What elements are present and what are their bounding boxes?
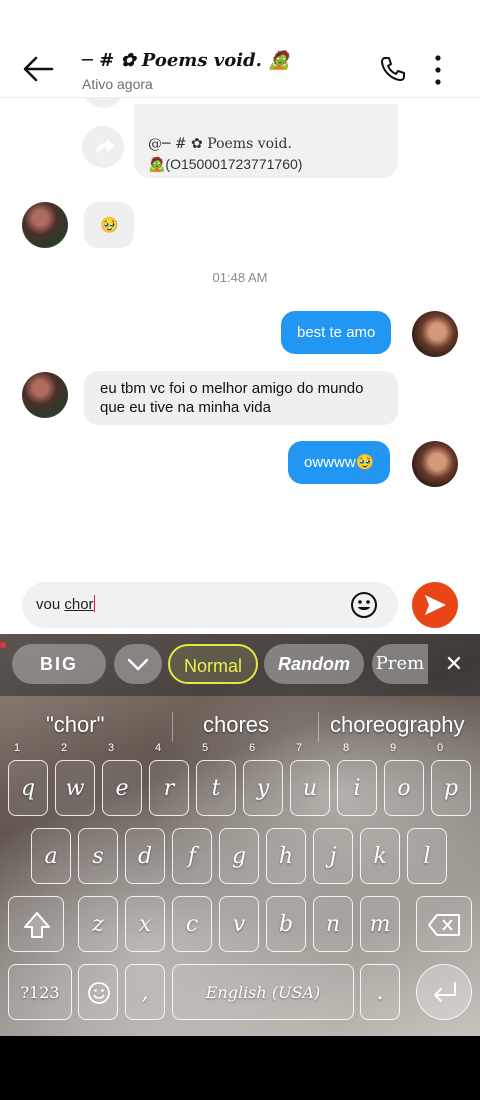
emoji-icon bbox=[88, 982, 110, 1004]
keyboard-toolbar: BIG Normal Random Prem ✕ bbox=[0, 634, 480, 696]
key-y[interactable]: 6y bbox=[243, 743, 283, 816]
shift-arrow-icon bbox=[24, 912, 50, 938]
key-f[interactable]: f bbox=[172, 828, 212, 884]
key-r[interactable]: 4r bbox=[149, 743, 189, 816]
navigation-bar-area bbox=[0, 1036, 480, 1100]
key-j[interactable]: j bbox=[313, 828, 353, 884]
message-input-text[interactable]: vou chor bbox=[36, 595, 95, 613]
key-i[interactable]: 8i bbox=[337, 743, 377, 816]
key-o[interactable]: 9o bbox=[384, 743, 424, 816]
space-bar[interactable]: English (USA) bbox=[172, 964, 354, 1020]
avatar[interactable] bbox=[412, 311, 458, 357]
shared-profile-handle: @─ # ✿ Poems void. bbox=[148, 136, 292, 152]
message-list[interactable]: @─ # ✿ Poems void. 🧟(O150001723771760) 🥹… bbox=[0, 98, 480, 576]
key-d[interactable]: d bbox=[125, 828, 165, 884]
shift-key[interactable] bbox=[8, 896, 64, 952]
keyboard: BIG Normal Random Prem ✕ "chor" chores c… bbox=[0, 634, 480, 1036]
notification-dot bbox=[0, 642, 6, 648]
key-l[interactable]: l bbox=[407, 828, 447, 884]
avatar[interactable] bbox=[412, 441, 458, 487]
suggestion-1[interactable]: "chor" bbox=[46, 712, 104, 738]
message-input[interactable]: vou chor bbox=[22, 582, 398, 628]
font-style-premium[interactable]: Prem bbox=[372, 644, 428, 684]
key-m[interactable]: m bbox=[360, 896, 400, 952]
message-bubble-incoming[interactable]: 🥹 bbox=[84, 202, 134, 248]
comma-key[interactable]: , bbox=[125, 964, 165, 1020]
suggestion-2[interactable]: chores bbox=[203, 712, 269, 738]
avatar[interactable] bbox=[22, 372, 68, 418]
key-v[interactable]: v bbox=[219, 896, 259, 952]
enter-icon bbox=[434, 982, 456, 1002]
send-icon bbox=[425, 595, 446, 615]
suggestion-3[interactable]: choreography bbox=[330, 712, 465, 738]
forward-button[interactable] bbox=[82, 126, 124, 168]
emoji-key[interactable] bbox=[78, 964, 118, 1020]
shared-profile-card[interactable]: @─ # ✿ Poems void. 🧟(O150001723771760) bbox=[134, 104, 398, 178]
enter-key[interactable] bbox=[416, 964, 472, 1020]
key-t[interactable]: 5t bbox=[196, 743, 236, 816]
expand-styles-button[interactable] bbox=[114, 644, 162, 684]
font-style-big[interactable]: BIG bbox=[12, 644, 106, 684]
backspace-key[interactable] bbox=[416, 896, 472, 952]
key-u[interactable]: 7u bbox=[290, 743, 330, 816]
chat-header: ─ # ✿ Poems void. 🧟 Ativo agora bbox=[0, 38, 480, 98]
key-n[interactable]: n bbox=[313, 896, 353, 952]
contact-name[interactable]: ─ # ✿ Poems void. 🧟 bbox=[82, 50, 291, 71]
text-caret bbox=[93, 595, 95, 612]
timestamp: 01:48 AM bbox=[212, 270, 268, 285]
emoji-icon[interactable] bbox=[350, 591, 378, 619]
phone-call-icon[interactable] bbox=[378, 54, 408, 84]
symbols-key[interactable]: ?123 bbox=[8, 964, 72, 1020]
divider bbox=[318, 712, 319, 742]
font-style-normal[interactable]: Normal bbox=[168, 644, 258, 684]
share-button-partial[interactable] bbox=[82, 98, 124, 108]
key-g[interactable]: g bbox=[219, 828, 259, 884]
key-a[interactable]: a bbox=[31, 828, 71, 884]
key-k[interactable]: k bbox=[360, 828, 400, 884]
active-status: Ativo agora bbox=[82, 76, 153, 92]
backspace-icon bbox=[428, 914, 460, 936]
chevron-down-icon bbox=[127, 658, 149, 671]
divider bbox=[172, 712, 173, 742]
period-key[interactable]: . bbox=[360, 964, 400, 1020]
key-x[interactable]: x bbox=[125, 896, 165, 952]
back-arrow-icon[interactable] bbox=[18, 52, 58, 86]
key-z[interactable]: z bbox=[78, 896, 118, 952]
key-q[interactable]: 1q bbox=[8, 743, 48, 816]
send-button[interactable] bbox=[412, 582, 458, 628]
key-c[interactable]: c bbox=[172, 896, 212, 952]
font-style-random[interactable]: Random bbox=[264, 644, 364, 684]
message-bubble-outgoing[interactable]: best te amo bbox=[281, 311, 392, 354]
message-bubble-outgoing[interactable]: owwww🥹 bbox=[288, 441, 391, 484]
key-p[interactable]: 0p bbox=[431, 743, 471, 816]
key-b[interactable]: b bbox=[266, 896, 306, 952]
forward-arrow-icon bbox=[96, 138, 114, 154]
key-w[interactable]: 2w bbox=[55, 743, 95, 816]
avatar[interactable] bbox=[22, 202, 68, 248]
key-h[interactable]: h bbox=[266, 828, 306, 884]
key-s[interactable]: s bbox=[78, 828, 118, 884]
shared-profile-id: 🧟(O150001723771760) bbox=[148, 156, 303, 172]
close-toolbar-button[interactable]: ✕ bbox=[434, 644, 474, 684]
key-e[interactable]: 3e bbox=[102, 743, 142, 816]
message-bubble-incoming[interactable]: eu tbm vc foi o melhor amigo do mundo qu… bbox=[84, 371, 398, 425]
more-options-icon[interactable] bbox=[428, 54, 448, 86]
